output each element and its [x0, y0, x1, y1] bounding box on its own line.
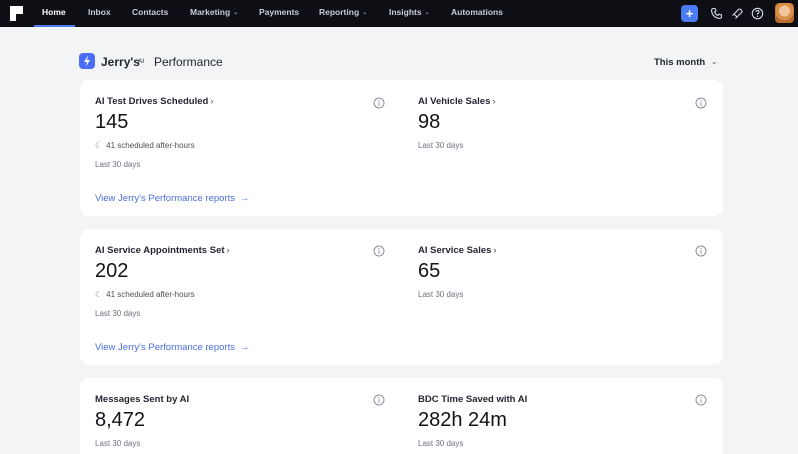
info-icon[interactable]	[373, 245, 385, 257]
phone-icon[interactable]	[710, 7, 723, 20]
page-title: Performance	[154, 55, 223, 69]
after-hours-note: ☾ 41 scheduled after-hours	[95, 141, 195, 150]
metric-title: Messages Sent by AI	[95, 394, 190, 405]
nav-payments[interactable]: Payments	[259, 0, 299, 27]
metric-value: 65	[418, 260, 441, 282]
chevron-down-icon: ⌄	[711, 59, 718, 66]
rocket-icon[interactable]	[731, 7, 744, 20]
chevron-right-icon: ›	[210, 96, 214, 107]
metric-value: 145	[95, 111, 129, 133]
metric-period: Last 30 days	[418, 141, 464, 150]
arrow-right-icon: →	[239, 193, 250, 204]
info-icon[interactable]	[695, 245, 707, 257]
nav-reporting[interactable]: Reporting ⌄	[319, 0, 367, 27]
chevron-down-icon: ⌄	[233, 10, 239, 16]
view-reports-link[interactable]: View Jerry's Performance reports →	[95, 342, 249, 353]
nav-insights[interactable]: Insights ⌄	[389, 0, 430, 27]
info-icon[interactable]	[373, 394, 385, 406]
metric-title-link[interactable]: AI Test Drives Scheduled ›	[95, 96, 214, 107]
period-selector[interactable]: This month ⌄	[654, 57, 717, 68]
after-hours-note: ☾ 41 scheduled after-hours	[95, 290, 195, 299]
chevron-right-icon: ›	[493, 245, 497, 256]
info-icon[interactable]	[373, 97, 385, 109]
chevron-down-icon: ⌄	[424, 10, 430, 16]
metric-period: Last 30 days	[418, 439, 464, 448]
metric-value: 202	[95, 260, 129, 282]
info-icon[interactable]	[695, 394, 707, 406]
lightning-icon	[79, 53, 95, 69]
moon-icon: ☾	[95, 141, 103, 150]
service-appointments-card: AI Service Appointments Set › 202 ☾ 41 sch…	[80, 229, 723, 365]
chevron-right-icon: ›	[492, 96, 496, 107]
nav-home[interactable]: Home	[42, 0, 66, 27]
metric-value: 98	[418, 111, 441, 133]
moon-icon: ☾	[95, 290, 103, 299]
metric-period: Last 30 days	[418, 290, 464, 299]
messages-card: Messages Sent by AI 8,472 Last 30 days B…	[80, 378, 723, 454]
active-tab-indicator	[34, 25, 75, 27]
chevron-right-icon: ›	[226, 245, 230, 256]
metric-title-link[interactable]: AI Vehicle Sales ›	[418, 96, 496, 107]
metric-period: Last 30 days	[95, 439, 141, 448]
nav-inbox[interactable]: Inbox	[88, 0, 111, 27]
arrow-right-icon: →	[239, 342, 250, 353]
test-drives-card: AI Test Drives Scheduled › 145 ☾ 41 schedu…	[80, 80, 723, 216]
metric-title: BDC Time Saved with AI	[418, 394, 528, 405]
nav-contacts[interactable]: Contacts	[132, 0, 168, 27]
metric-title-link[interactable]: AI Service Appointments Set ›	[95, 245, 230, 256]
brand-name: Jerry's	[101, 55, 140, 69]
app-logo-icon[interactable]	[10, 6, 23, 21]
metric-period: Last 30 days	[95, 160, 141, 169]
metric-title-link[interactable]: AI Service Sales ›	[418, 245, 497, 256]
metric-period: Last 30 days	[95, 309, 141, 318]
user-avatar[interactable]	[775, 3, 794, 23]
metric-value: 8,472	[95, 409, 146, 431]
info-icon[interactable]	[695, 97, 707, 109]
metric-value: 282h 24m	[418, 409, 507, 431]
chevron-down-icon: ⌄	[362, 10, 368, 16]
help-icon[interactable]	[751, 7, 764, 20]
brand-ai-tag: AI	[138, 59, 144, 65]
nav-automations[interactable]: Automations	[451, 0, 503, 27]
nav-marketing[interactable]: Marketing ⌄	[190, 0, 238, 27]
add-button[interactable]: +	[681, 5, 698, 22]
view-reports-link[interactable]: View Jerry's Performance reports →	[95, 193, 249, 204]
top-nav-bar: Home Inbox Contacts Marketing ⌄ Payments …	[0, 0, 798, 27]
